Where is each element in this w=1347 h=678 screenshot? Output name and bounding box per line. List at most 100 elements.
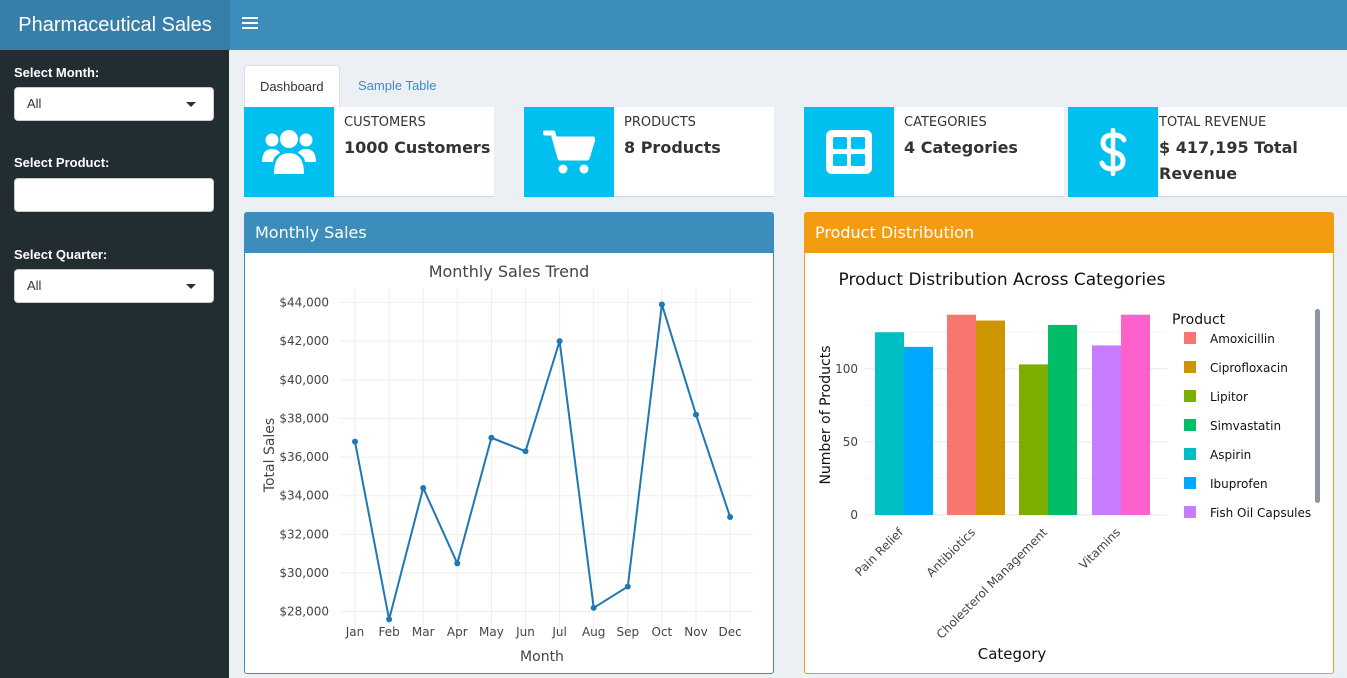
y-tick-label: $40,000 bbox=[279, 373, 329, 387]
x-tick-label: Jun bbox=[515, 625, 535, 639]
bar[interactable] bbox=[1019, 364, 1048, 515]
infobox-value: 1000 Customers bbox=[344, 138, 491, 157]
infobox-value: 4 Categories bbox=[904, 138, 1018, 157]
legend-swatch[interactable] bbox=[1184, 361, 1196, 373]
data-point[interactable] bbox=[727, 514, 734, 520]
dollar-icon bbox=[1068, 107, 1158, 197]
app-title[interactable]: Pharmaceutical Sales bbox=[0, 0, 230, 50]
data-point[interactable] bbox=[658, 301, 665, 308]
product-distribution-panel: Product Distribution 0 50 100 Pain Relief An… bbox=[804, 212, 1334, 674]
x-tick-label: Feb bbox=[378, 625, 399, 639]
y-tick-label: $34,000 bbox=[279, 489, 329, 503]
select-quarter-value: All bbox=[27, 278, 42, 293]
x-tick-label: Jan bbox=[345, 625, 365, 639]
grid-icon bbox=[804, 107, 894, 197]
sidebar: Select Month: All Select Product: Select… bbox=[0, 50, 229, 678]
x-tick-label: Pain Relief bbox=[852, 525, 906, 579]
x-tick-label: Jul bbox=[551, 625, 566, 639]
x-tick-label: Sep bbox=[616, 625, 639, 639]
users-icon bbox=[244, 107, 334, 197]
product-distribution-chart[interactable]: 050100Pain Relief AntibioticsCholesterol … bbox=[805, 253, 1333, 673]
legend-scrollbar[interactable] bbox=[1315, 309, 1320, 503]
legend-item-label[interactable]: Simvastatin bbox=[1210, 419, 1281, 433]
y-tick-label: 100 bbox=[835, 362, 858, 376]
select-product-label: Select Product: bbox=[14, 155, 110, 170]
data-point[interactable] bbox=[386, 616, 393, 623]
x-tick-label: May bbox=[479, 625, 504, 639]
data-point[interactable] bbox=[624, 583, 631, 590]
y-tick-label: $36,000 bbox=[279, 450, 329, 464]
data-point[interactable] bbox=[693, 411, 699, 418]
legend-swatch[interactable] bbox=[1184, 477, 1196, 489]
y-tick-label: 0 bbox=[850, 508, 858, 522]
legend-item-label[interactable]: Lipitor bbox=[1210, 390, 1248, 404]
infobox-total-revenue: TOTAL REVENUE $ 417,195 Total Revenue bbox=[1068, 107, 1347, 197]
data-point[interactable] bbox=[590, 604, 597, 611]
x-axis-label: Month bbox=[520, 649, 564, 665]
x-tick-label: Dec bbox=[718, 625, 741, 639]
bar[interactable] bbox=[1092, 345, 1121, 515]
x-tick-label: Aug bbox=[582, 625, 605, 639]
tab-sample-table[interactable]: Sample Table bbox=[343, 65, 452, 107]
infobox-value: $ 417,195 Total Revenue bbox=[1159, 138, 1298, 183]
data-point[interactable] bbox=[522, 448, 529, 455]
select-month-value: All bbox=[27, 96, 42, 111]
bar[interactable] bbox=[947, 314, 976, 515]
y-tick-label: $30,000 bbox=[279, 566, 329, 580]
chart-title: Monthly Sales Trend bbox=[429, 262, 590, 281]
select-quarter-dropdown[interactable]: All bbox=[14, 269, 214, 303]
bar[interactable] bbox=[1121, 314, 1150, 515]
legend-swatch[interactable] bbox=[1184, 419, 1196, 431]
y-tick-label: 50 bbox=[843, 435, 858, 449]
data-point[interactable] bbox=[454, 560, 461, 567]
legend-swatch[interactable] bbox=[1184, 332, 1196, 344]
data-point[interactable] bbox=[352, 438, 358, 445]
x-axis-label: Category bbox=[978, 645, 1047, 663]
tab-dashboard[interactable]: Dashboard bbox=[244, 65, 340, 107]
infobox-label: PRODUCTS bbox=[624, 115, 696, 130]
infobox-label: TOTAL REVENUE bbox=[1159, 115, 1267, 130]
y-tick-label: $42,000 bbox=[279, 334, 329, 348]
y-tick-label: $38,000 bbox=[279, 411, 329, 425]
x-tick-label: Mar bbox=[412, 625, 435, 639]
data-point[interactable] bbox=[556, 338, 563, 345]
bar[interactable] bbox=[1048, 324, 1077, 515]
select-product-input[interactable] bbox=[14, 178, 214, 212]
data-point[interactable] bbox=[488, 434, 495, 441]
y-tick-label: $28,000 bbox=[279, 605, 329, 619]
x-tick-label: Vitamins bbox=[1076, 525, 1123, 572]
x-tick-label: Apr bbox=[447, 625, 468, 639]
select-month-dropdown[interactable]: All bbox=[14, 87, 214, 121]
select-quarter-label: Select Quarter: bbox=[14, 247, 108, 262]
legend-item-label[interactable]: Amoxicillin bbox=[1210, 332, 1275, 346]
bar[interactable] bbox=[976, 320, 1005, 515]
select-month-label: Select Month: bbox=[14, 65, 100, 80]
legend-item-label[interactable]: Fish Oil Capsules bbox=[1210, 506, 1311, 520]
legend-swatch[interactable] bbox=[1184, 506, 1196, 518]
legend-item-label[interactable]: Ibuprofen bbox=[1210, 477, 1268, 491]
legend-item-label[interactable]: Ciprofloxacin bbox=[1210, 361, 1288, 375]
menu-toggle-icon[interactable] bbox=[242, 14, 258, 36]
infobox-label: CATEGORIES bbox=[904, 115, 987, 130]
monthly-sales-chart[interactable]: $28,000 $30,000 $32,000 $34,000 $36,000 $38,0… bbox=[245, 253, 773, 673]
infobox-customers: CUSTOMERS 1000 Customers bbox=[244, 107, 494, 197]
chart-title: Product Distribution Across Categories bbox=[839, 270, 1166, 290]
legend-swatch[interactable] bbox=[1184, 448, 1196, 460]
y-tick-label: $32,000 bbox=[279, 527, 329, 541]
x-tick-label: Oct bbox=[652, 625, 673, 639]
shopping-cart-icon bbox=[524, 107, 614, 197]
y-tick-label: $44,000 bbox=[279, 296, 329, 310]
bar[interactable] bbox=[875, 332, 904, 515]
infobox-categories: CATEGORIES 4 Categories bbox=[804, 107, 1064, 197]
infobox-products: PRODUCTS 8 Products bbox=[524, 107, 774, 197]
chevron-down-icon bbox=[186, 284, 196, 289]
chevron-down-icon bbox=[186, 102, 196, 107]
infobox-label: CUSTOMERS bbox=[344, 115, 426, 130]
bar[interactable] bbox=[904, 346, 933, 515]
data-point[interactable] bbox=[420, 485, 427, 492]
infobox-value: 8 Products bbox=[624, 138, 721, 157]
monthly-sales-panel: Monthly Sales $28,000 $30,000 $32,000 $34,0… bbox=[244, 212, 774, 674]
legend-title: Product bbox=[1172, 312, 1226, 328]
legend-swatch[interactable] bbox=[1184, 390, 1196, 402]
legend-item-label[interactable]: Aspirin bbox=[1210, 448, 1251, 462]
